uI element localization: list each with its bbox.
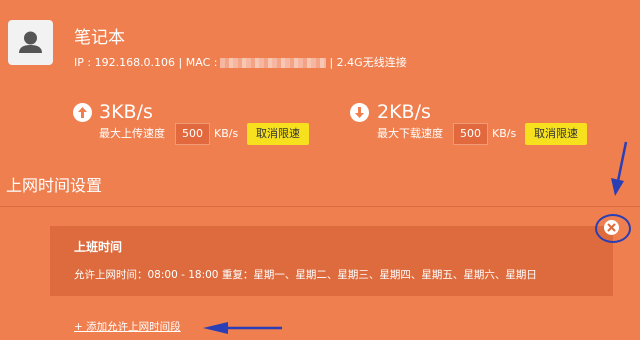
device-info: IP : 192.168.0.106 | MAC : | 2.4G无线连接 — [74, 55, 407, 71]
download-limit-unit: KB/s — [492, 127, 517, 140]
arrow-up-circle-icon — [73, 103, 92, 122]
cancel-download-limit-button[interactable]: 取消限速 — [525, 123, 587, 145]
close-icon[interactable] — [604, 220, 619, 235]
mac-address-masked — [220, 58, 327, 68]
upload-limit-unit: KB/s — [214, 127, 239, 140]
cancel-upload-limit-button[interactable]: 取消限速 — [247, 123, 309, 145]
download-limit-field[interactable]: 500 — [453, 123, 488, 145]
upload-speed-value: 3KB/s — [99, 101, 153, 123]
user-avatar-icon — [19, 31, 42, 53]
upload-limit-field[interactable]: 500 — [175, 123, 210, 145]
add-time-slot-link[interactable]: + 添加允许上网时间段 — [74, 320, 181, 334]
time-rule-title: 上班时间 — [74, 240, 123, 254]
device-avatar — [8, 20, 53, 65]
section-title: 上网时间设置 — [6, 176, 103, 195]
device-ip: IP : 192.168.0.106 | MAC : — [74, 56, 218, 69]
device-connection: | 2.4G无线连接 — [329, 56, 407, 69]
device-name: 笔记本 — [74, 28, 125, 48]
time-rule-detail: 允许上网时间：08:00 - 18:00 重复：星期一、星期二、星期三、星期四、… — [74, 269, 537, 281]
download-speed-label: 最大下载速度 — [377, 127, 443, 140]
arrow-down-circle-icon — [350, 103, 369, 122]
time-rule-card — [50, 226, 613, 296]
download-speed-value: 2KB/s — [377, 101, 431, 123]
upload-speed-label: 最大上传速度 — [99, 127, 165, 140]
annotation-arrow-left — [203, 322, 282, 334]
section-divider — [0, 206, 640, 207]
annotation-arrow-down — [611, 141, 628, 196]
